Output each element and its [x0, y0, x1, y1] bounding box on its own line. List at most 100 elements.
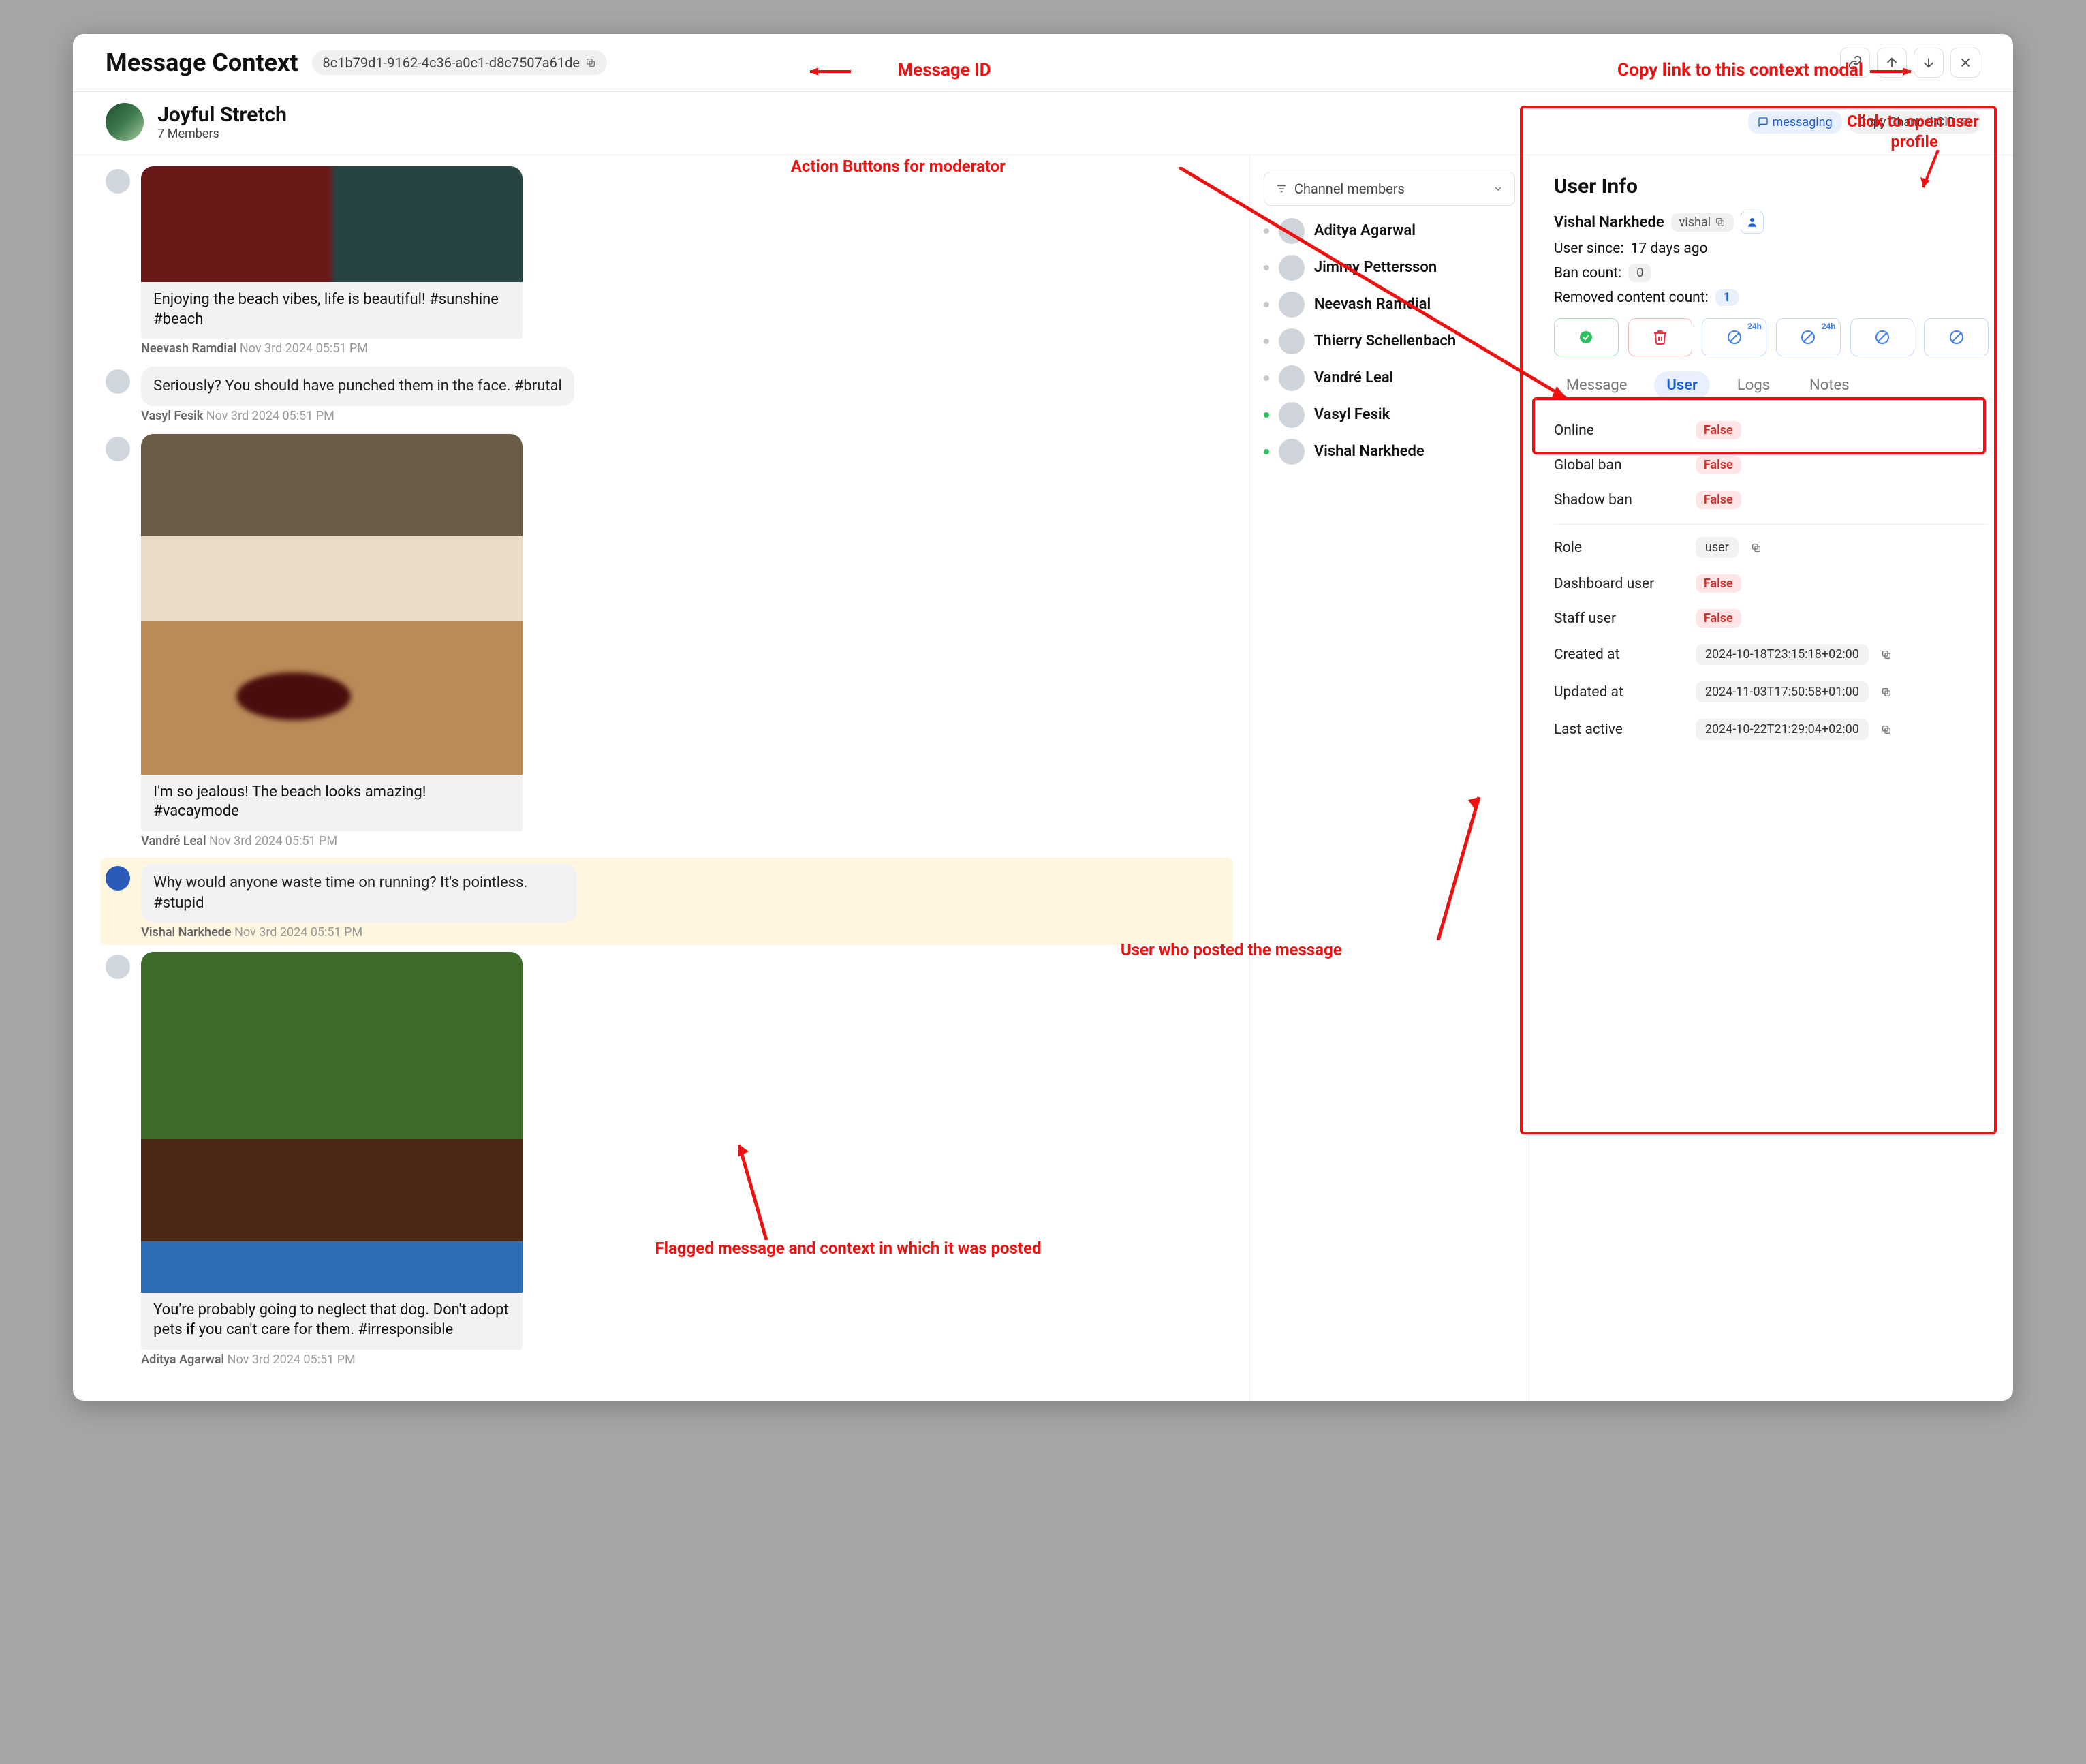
attachment-image [141, 952, 523, 1293]
channel-members-count: 7 Members [157, 127, 1747, 141]
member-row[interactable]: Jimmy Pettersson [1264, 255, 1515, 281]
members-dropdown-label: Channel members [1294, 181, 1405, 197]
members-dropdown[interactable]: Channel members [1264, 172, 1515, 206]
ban-24h-button[interactable]: 24h [1702, 318, 1766, 356]
message-author: Vandré Leal [141, 834, 206, 848]
open-user-profile-button[interactable] [1741, 211, 1764, 234]
message-attachment[interactable]: I'm so jealous! The beach looks amazing!… [141, 434, 523, 831]
avatar [106, 169, 130, 194]
trash-icon [1652, 329, 1668, 345]
member-row[interactable]: Aditya Agarwal [1264, 218, 1515, 244]
user-tabs: Message User Logs Notes [1554, 371, 1989, 399]
attachment-caption: I'm so jealous! The beach looks amazing!… [141, 775, 523, 831]
message-meta: Vasyl Fesik Nov 3rd 2024 05:51 PM [141, 409, 574, 423]
message-attachment[interactable]: You're probably going to neglect that do… [141, 952, 523, 1349]
tab-logs[interactable]: Logs [1725, 371, 1782, 399]
avatar [1279, 255, 1305, 281]
modal-header: Message Context 8c1b79d1-9162-4c36-a0c1-… [73, 34, 2013, 92]
channel-avatar [106, 103, 144, 141]
shadow-ban-24h-button[interactable]: 24h [1776, 318, 1841, 356]
member-row[interactable]: Thierry Schellenbach [1264, 328, 1515, 354]
close-icon [1958, 55, 1973, 70]
member-row[interactable]: Vasyl Fesik [1264, 402, 1515, 428]
prev-button[interactable] [1877, 48, 1907, 78]
tab-user[interactable]: User [1654, 371, 1710, 399]
next-button[interactable] [1914, 48, 1944, 78]
shadow-ban-permanent-button[interactable] [1924, 318, 1989, 356]
attachment-caption: Enjoying the beach vibes, life is beauti… [141, 282, 523, 339]
copy-icon[interactable] [1751, 542, 1762, 553]
last-active-key: Last active [1554, 722, 1683, 738]
ban-icon [1726, 329, 1743, 345]
presence-dot [1264, 265, 1269, 270]
message[interactable]: Seriously? You should have punched them … [106, 362, 1233, 430]
avatar [1279, 439, 1305, 465]
copy-icon[interactable] [585, 57, 596, 68]
message-meta: Vishal Narkhede Nov 3rd 2024 05:51 PM [141, 925, 577, 940]
avatar [1279, 218, 1305, 244]
channel-type-label: messaging [1773, 115, 1833, 129]
updated-at-value: 2024-11-03T17:50:58+01:00 [1696, 681, 1869, 702]
ban-permanent-button[interactable] [1850, 318, 1915, 356]
attachment-caption: You're probably going to neglect that do… [141, 1293, 523, 1349]
avatar [1279, 365, 1305, 391]
modal-body: Enjoying the beach vibes, life is beauti… [73, 155, 2013, 1401]
staff-user-value: False [1696, 609, 1741, 628]
user-id-text: vishal [1679, 215, 1711, 230]
member-row[interactable]: Vandré Leal [1264, 365, 1515, 391]
updated-at-key: Updated at [1554, 684, 1683, 700]
channel-type-chip[interactable]: messaging [1748, 111, 1842, 134]
flagged-message[interactable]: Why would anyone waste time on running? … [100, 858, 1233, 945]
chevron-down-icon [1493, 183, 1504, 194]
arrow-up-icon [1884, 55, 1899, 70]
staff-user-key: Staff user [1554, 610, 1683, 627]
message[interactable]: I'm so jealous! The beach looks amazing!… [106, 430, 1233, 855]
message[interactable]: You're probably going to neglect that do… [106, 948, 1233, 1373]
message-meta: Vandré Leal Nov 3rd 2024 05:51 PM [141, 834, 523, 848]
member-row[interactable]: Vishal Narkhede [1264, 439, 1515, 465]
member-name: Neevash Ramdial [1314, 296, 1431, 313]
link-icon [1848, 55, 1863, 70]
copy-icon[interactable] [1881, 687, 1892, 698]
member-name: Vandré Leal [1314, 369, 1394, 387]
user-id-pill[interactable]: vishal [1671, 213, 1734, 232]
copy-cid-label: Copy Channel CID [1858, 115, 1956, 129]
avatar [106, 866, 130, 891]
message-id-pill[interactable]: 8c1b79d1-9162-4c36-a0c1-d8c7507a61de [312, 50, 607, 75]
tab-message[interactable]: Message [1554, 371, 1640, 399]
delete-button[interactable] [1628, 318, 1693, 356]
message-attachment[interactable]: Enjoying the beach vibes, life is beauti… [141, 166, 523, 339]
message-timestamp: Nov 3rd 2024 05:51 PM [209, 834, 337, 848]
attachment-image [141, 166, 523, 282]
attachment-image [141, 434, 523, 775]
message-square-icon [1758, 117, 1769, 127]
message-timestamp: Nov 3rd 2024 05:51 PM [206, 409, 334, 423]
dashboard-user-key: Dashboard user [1554, 576, 1683, 592]
created-at-key: Created at [1554, 647, 1683, 663]
presence-dot [1264, 412, 1269, 418]
copy-icon[interactable] [1881, 724, 1892, 735]
copy-link-button[interactable] [1840, 48, 1870, 78]
global-ban-key: Global ban [1554, 457, 1683, 474]
role-key: Role [1554, 540, 1683, 556]
ban-count-label: Ban count: [1554, 265, 1621, 281]
avatar [106, 369, 130, 394]
copy-channel-cid-chip[interactable]: Copy Channel CID [1849, 111, 1980, 134]
shadow-ban-value: False [1696, 491, 1741, 509]
member-name: Thierry Schellenbach [1314, 332, 1456, 350]
arrow-down-icon [1921, 55, 1936, 70]
close-button[interactable] [1950, 48, 1980, 78]
button-superscript: 24h [1747, 322, 1762, 331]
copy-icon[interactable] [1881, 649, 1892, 660]
avatar [106, 955, 130, 979]
message[interactable]: Enjoying the beach vibes, life is beauti… [106, 162, 1233, 362]
member-row[interactable]: Neevash Ramdial [1264, 292, 1515, 318]
ban-icon [1948, 329, 1965, 345]
message-author: Aditya Agarwal [141, 1352, 224, 1367]
member-name: Vishal Narkhede [1314, 443, 1425, 461]
messages-column[interactable]: Enjoying the beach vibes, life is beauti… [73, 155, 1250, 1401]
user-info-title: User Info [1554, 174, 1989, 198]
approve-button[interactable] [1554, 318, 1619, 356]
tab-notes[interactable]: Notes [1797, 371, 1861, 399]
online-value: False [1696, 421, 1741, 439]
